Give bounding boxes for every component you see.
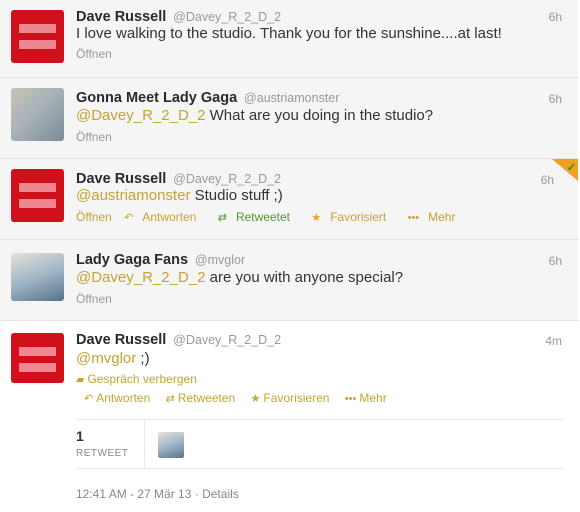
avatar[interactable]: [11, 333, 64, 383]
tweet-item[interactable]: Dave Russell @Davey_R_2_D_2 6h I love wa…: [0, 0, 578, 78]
retweet-icon: ⇄: [217, 212, 227, 224]
tweet-text-body: are you with anyone special?: [205, 269, 404, 286]
tweet-header: Lady Gaga Fans @mvglor: [76, 251, 245, 268]
tweet-header: Dave Russell @Davey_R_2_D_2: [76, 170, 281, 187]
author-handle[interactable]: @austriamonster: [244, 91, 339, 105]
tweet-text: @Davey_R_2_D_2 What are you doing in the…: [76, 107, 433, 124]
favorite-button[interactable]: ★ Favorisieren: [251, 391, 330, 405]
tweet-item[interactable]: ✓ Dave Russell @Davey_R_2_D_2 6h @austri…: [0, 159, 578, 240]
retweet-count[interactable]: 1: [76, 428, 84, 444]
author-name[interactable]: Dave Russell: [76, 171, 166, 187]
tweet-text-body: I love walking to the studio. Thank you …: [76, 25, 502, 42]
full-timestamp[interactable]: 12:41 AM - 27 Mär 13: [76, 487, 191, 501]
reply-icon: ↶: [84, 393, 94, 405]
tweet-timestamp[interactable]: 4m: [545, 334, 562, 348]
hide-conversation-link[interactable]: ▰ Gespräch verbergen: [76, 372, 197, 386]
separator: ·: [194, 487, 199, 501]
retweet-button[interactable]: ⇄ Retweeten: [166, 391, 236, 405]
tweet-text-body: ;): [136, 350, 150, 367]
retweeter-avatar[interactable]: [158, 432, 184, 458]
avatar[interactable]: [11, 10, 64, 63]
tweet-timestamp[interactable]: 6h: [549, 254, 562, 268]
expand-link[interactable]: Öffnen: [76, 130, 112, 144]
author-name[interactable]: Gonna Meet Lady Gaga: [76, 90, 237, 106]
retweeted-favorited-badge: ✓: [552, 159, 578, 181]
tweet-text-body: What are you doing in the studio?: [205, 107, 434, 124]
more-button[interactable]: ••• Mehr: [345, 391, 387, 405]
retweet-label[interactable]: RETWEET: [76, 448, 128, 459]
author-name[interactable]: Lady Gaga Fans: [76, 252, 188, 268]
mention-link[interactable]: @austriamonster: [76, 187, 190, 204]
tweet-header: Gonna Meet Lady Gaga @austriamonster: [76, 89, 339, 106]
tweet-timeline: Dave Russell @Davey_R_2_D_2 6h I love wa…: [0, 0, 578, 512]
expanded-tweet: Dave Russell @Davey_R_2_D_2 4m @mvglor ;…: [0, 321, 578, 512]
retweet-icon: ⇄: [165, 393, 175, 405]
equality-logo-icon: [19, 347, 56, 356]
equality-logo-icon: [19, 24, 56, 33]
retweeted-button[interactable]: ⇄ Retweetet: [218, 210, 299, 224]
tweet-stats: 1 RETWEET: [76, 419, 564, 469]
star-icon: ★: [250, 393, 261, 405]
expand-link[interactable]: Öffnen: [76, 210, 112, 224]
mention-link[interactable]: @mvglor: [76, 350, 136, 367]
tweet-text-body: Studio stuff ;): [190, 187, 283, 204]
tweet-item[interactable]: Lady Gaga Fans @mvglor 6h @Davey_R_2_D_2…: [0, 240, 578, 321]
tweet-actions: Öffnen ↶ Antworten ⇄ Retweetet ★ Favorisier…: [76, 210, 473, 224]
author-handle[interactable]: @Davey_R_2_D_2: [173, 10, 281, 24]
author-handle[interactable]: @Davey_R_2_D_2: [173, 333, 281, 347]
tweet-text: I love walking to the studio. Thank you …: [76, 25, 502, 42]
avatar[interactable]: [11, 88, 64, 141]
tweet-actions: ↶ Antworten ⇄ Retweeten ★ Favorisieren ••• M…: [84, 391, 399, 405]
favorited-button[interactable]: ★ Favorisiert: [311, 210, 395, 224]
tweet-text: @austriamonster Studio stuff ;): [76, 187, 283, 204]
expand-link[interactable]: Öffnen: [76, 292, 112, 306]
mention-link[interactable]: @Davey_R_2_D_2: [76, 107, 205, 124]
author-name[interactable]: Dave Russell: [76, 9, 166, 25]
details-link[interactable]: Details: [202, 487, 239, 501]
tweet-header: Dave Russell @Davey_R_2_D_2: [76, 331, 281, 348]
author-handle[interactable]: @Davey_R_2_D_2: [173, 172, 281, 186]
tweet-header: Dave Russell @Davey_R_2_D_2: [76, 8, 281, 25]
avatar[interactable]: [11, 169, 64, 222]
author-handle[interactable]: @mvglor: [195, 253, 245, 267]
reply-button[interactable]: ↶ Antworten: [84, 391, 150, 405]
tweet-text: @mvglor ;): [76, 350, 150, 367]
mention-link[interactable]: @Davey_R_2_D_2: [76, 269, 205, 286]
tweet-item[interactable]: Gonna Meet Lady Gaga @austriamonster 6h …: [0, 78, 578, 159]
more-button[interactable]: ••• Mehr: [408, 210, 465, 224]
star-icon: ★: [311, 212, 322, 224]
equality-logo-icon: [19, 183, 56, 192]
tweet-meta: 12:41 AM - 27 Mär 13 · Details: [76, 487, 239, 501]
divider: [144, 420, 145, 468]
tweet-timestamp[interactable]: 6h: [549, 10, 562, 24]
checkmark-icon: ✓: [566, 162, 576, 174]
tweet-text: @Davey_R_2_D_2 are you with anyone speci…: [76, 269, 403, 286]
speech-bubble-icon: ▰: [76, 374, 85, 386]
reply-button[interactable]: ↶ Antworten: [124, 210, 205, 224]
author-name[interactable]: Dave Russell: [76, 332, 166, 348]
expand-link[interactable]: Öffnen: [76, 47, 112, 61]
avatar[interactable]: [11, 253, 64, 301]
tweet-timestamp[interactable]: 6h: [549, 92, 562, 106]
tweet-timestamp[interactable]: 6h: [541, 173, 554, 187]
reply-icon: ↶: [124, 212, 134, 224]
more-dots-icon: •••: [344, 393, 357, 405]
more-dots-icon: •••: [407, 212, 420, 224]
